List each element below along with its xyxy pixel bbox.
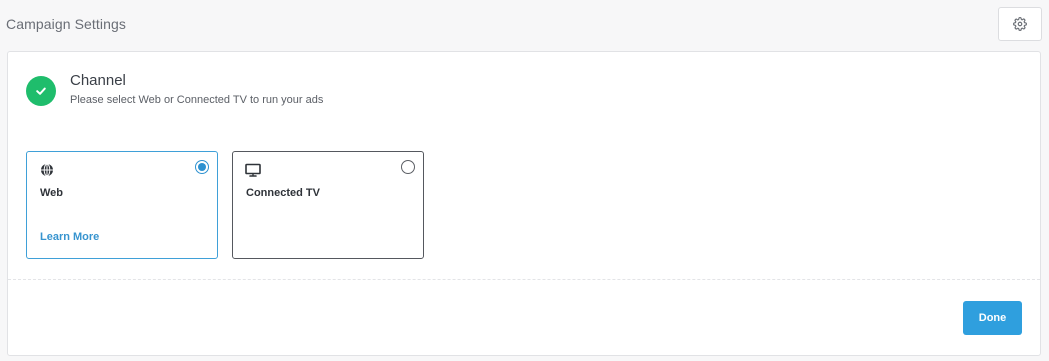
gear-icon (1013, 17, 1027, 31)
section-subtitle: Please select Web or Connected TV to run… (70, 94, 324, 106)
channel-option-connected-tv[interactable]: Connected TV (232, 151, 424, 259)
radio-web[interactable] (195, 160, 209, 174)
checkmark-icon (36, 87, 46, 95)
channel-option-web[interactable]: Web Learn More (26, 151, 218, 259)
tv-icon (245, 163, 261, 177)
globe-icon (41, 163, 53, 177)
settings-button[interactable] (998, 7, 1042, 41)
page-title: Campaign Settings (6, 16, 126, 32)
done-button[interactable]: Done (963, 301, 1022, 335)
divider (8, 279, 1040, 280)
option-label-connected-tv: Connected TV (246, 187, 320, 199)
channel-card: Channel Please select Web or Connected T… (7, 51, 1041, 356)
section-title: Channel (70, 72, 126, 89)
campaign-settings-page: Campaign Settings Channel Please select … (0, 0, 1049, 361)
learn-more-link[interactable]: Learn More (40, 231, 99, 243)
option-label-web: Web (40, 187, 64, 199)
radio-connected-tv[interactable] (401, 160, 415, 174)
check-circle-icon (26, 76, 56, 106)
